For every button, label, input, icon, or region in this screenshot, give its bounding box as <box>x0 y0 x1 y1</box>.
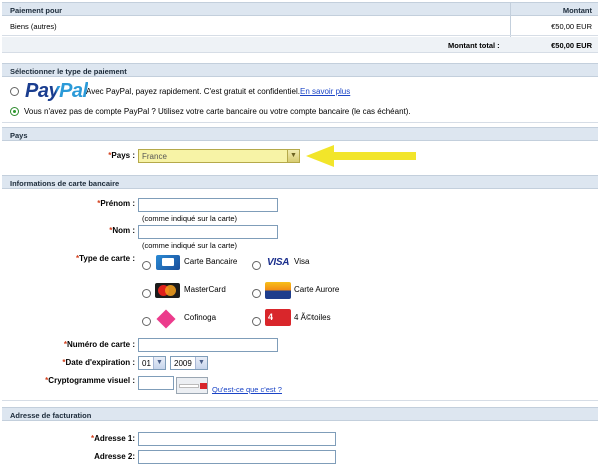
summary-total-row: Montant total : €50,00 EUR <box>2 37 598 53</box>
carte-aurore-icon <box>265 282 291 299</box>
expiry-year-select[interactable]: 2009 ▼ <box>170 356 208 370</box>
paypal-learn-more-link[interactable]: En savoir plus <box>300 87 350 96</box>
carte-bancaire-icon <box>156 255 180 270</box>
summary-total-amount: €50,00 EUR <box>551 41 592 50</box>
address2-label-text: Adresse 2: <box>94 452 135 461</box>
carte-bancaire-icon-mark <box>162 258 174 266</box>
card-type-carte-bancaire: Carte Bancaire <box>184 257 238 266</box>
billing-header: Adresse de facturation <box>2 407 598 421</box>
card-type-radio-mastercard[interactable] <box>142 289 151 298</box>
cvv-label-text: Cryptogramme visuel : <box>48 376 135 385</box>
expiry-month-value: 01 <box>142 359 151 368</box>
payment-divider <box>2 122 598 123</box>
cvv-card-back-icon <box>176 377 208 394</box>
cvv-input[interactable] <box>138 376 174 390</box>
card-type-carte-aurore: Carte Aurore <box>294 285 340 294</box>
card-type-4-etoiles: 4 Ã©toiles <box>294 313 331 322</box>
firstname-hint: (comme indiqué sur la carte) <box>142 214 238 223</box>
summary-col-amount: Montant <box>562 6 592 15</box>
card-type-mastercard: MasterCard <box>184 285 226 294</box>
card-info-header: Informations de carte bancaire <box>2 175 598 189</box>
card-info-title: Informations de carte bancaire <box>10 179 120 188</box>
card-type-visa: Visa <box>294 257 310 266</box>
card-type-label-text: Type de carte : <box>79 254 135 263</box>
cvv-highlight-box <box>200 383 207 389</box>
card-type-cofinoga: Cofinoga <box>184 313 217 322</box>
4-etoiles-icon: 4 <box>265 309 291 326</box>
visa-icon: VISA <box>267 257 290 268</box>
summary-item-row: Biens (autres) €50,00 EUR <box>2 16 598 36</box>
card-radio[interactable] <box>10 107 19 116</box>
summary-item-description: Biens (autres) <box>10 22 57 31</box>
chevron-down-icon: ▼ <box>195 357 207 369</box>
paypal-logo-text: PayPal <box>25 80 88 102</box>
address2-input[interactable] <box>138 450 336 464</box>
payment-type-title: Sélectionner le type de paiement <box>10 67 127 76</box>
payment-type-header: Sélectionner le type de paiement <box>2 63 598 77</box>
country-label-text: Pays : <box>111 151 135 160</box>
mastercard-icon <box>155 283 180 298</box>
expiry-label-text: Date d'expiration : <box>65 358 135 367</box>
paypal-radio[interactable] <box>10 87 19 96</box>
address1-input[interactable] <box>138 432 336 446</box>
chevron-down-icon: ▼ <box>287 150 299 162</box>
address2-label: Adresse 2: <box>94 452 135 461</box>
summary-total-label: Montant total : <box>448 41 500 50</box>
firstname-label: *Prénom : <box>97 199 135 208</box>
country-header: Pays <box>2 127 598 141</box>
expiry-month-select[interactable]: 01 ▼ <box>138 356 166 370</box>
card-type-radio-carte-bancaire[interactable] <box>142 261 151 270</box>
chevron-down-icon: ▼ <box>153 357 165 369</box>
country-select-value: France <box>142 152 167 161</box>
lastname-hint: (comme indiqué sur la carte) <box>142 241 238 250</box>
lastname-input[interactable] <box>138 225 278 239</box>
arrow-left-icon <box>306 145 416 167</box>
card-number-label: *Numéro de carte : <box>64 340 135 349</box>
card-type-radio-visa[interactable] <box>252 261 261 270</box>
expiry-label: *Date d'expiration : <box>62 358 135 367</box>
cvv-help-link[interactable]: Qu'est-ce que c'est ? <box>212 385 282 394</box>
card-type-radio-carte-aurore[interactable] <box>252 289 261 298</box>
expiry-year-value: 2009 <box>174 359 192 368</box>
address1-label-text: Adresse 1: <box>94 434 135 443</box>
lastname-label-text: Nom : <box>112 226 135 235</box>
paypal-description: Avec PayPal, payez rapidement. C'est gra… <box>86 87 300 96</box>
card-option-description: Vous n'avez pas de compte PayPal ? Utili… <box>24 107 411 116</box>
card-type-radio-4-etoiles[interactable] <box>252 317 261 326</box>
mastercard-icon-orange <box>165 285 176 296</box>
lastname-label: *Nom : <box>109 226 135 235</box>
firstname-input[interactable] <box>138 198 278 212</box>
firstname-label-text: Prénom : <box>100 199 135 208</box>
country-title: Pays <box>10 131 28 140</box>
summary-header: Paiement pour Montant <box>2 2 598 16</box>
card-number-input[interactable] <box>138 338 278 352</box>
card-type-radio-cofinoga[interactable] <box>142 317 151 326</box>
card-type-label: *Type de carte : <box>76 254 135 263</box>
card-info-divider <box>2 400 598 401</box>
paypal-logo: PayPal <box>25 80 88 103</box>
billing-title: Adresse de facturation <box>10 411 92 420</box>
summary-item-amount: €50,00 EUR <box>551 22 592 31</box>
summary-col-description: Paiement pour <box>10 6 63 15</box>
cofinoga-icon <box>156 309 176 329</box>
card-number-label-text: Numéro de carte : <box>66 340 135 349</box>
cvv-signature-strip <box>179 384 199 388</box>
country-label: *Pays : <box>108 151 135 160</box>
cvv-label: *Cryptogramme visuel : <box>45 376 135 385</box>
address1-label: *Adresse 1: <box>91 434 135 443</box>
country-select[interactable]: France ▼ <box>138 149 300 163</box>
